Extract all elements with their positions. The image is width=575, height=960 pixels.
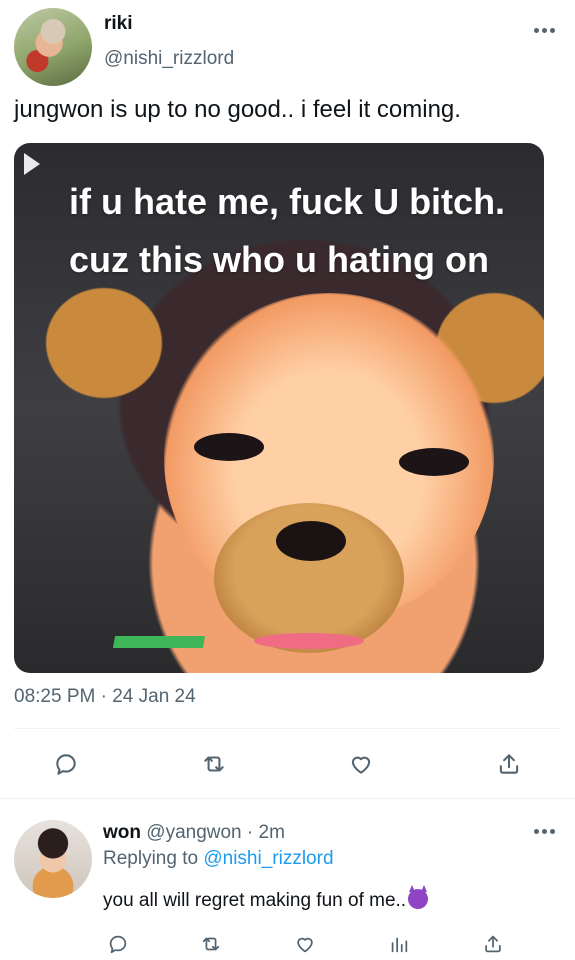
reply-header: won @yangwon · 2m — [103, 822, 285, 844]
replying-to-line: Replying to @nishi_rizzlord — [103, 848, 334, 870]
more-dots-icon[interactable] — [534, 28, 556, 34]
heart-icon[interactable] — [347, 750, 375, 778]
reply-author-name[interactable]: won — [103, 822, 141, 843]
media-caption-text: if u hate me, fuck U bitch. cuz this who… — [69, 181, 506, 280]
media-eye — [399, 448, 469, 476]
tweet-text: jungwon is up to no good.. i feel it com… — [14, 96, 461, 123]
separator-dot: · — [246, 822, 254, 843]
reply-author-handle[interactable]: @yangwon — [146, 822, 241, 843]
media-mouth — [254, 633, 364, 649]
replying-to-label: Replying to — [103, 848, 199, 869]
play-triangle-icon — [24, 153, 40, 175]
author-avatar[interactable] — [14, 8, 92, 86]
smiling-devil-emoji-icon — [408, 885, 429, 909]
retweet-icon[interactable] — [200, 750, 228, 778]
more-dots-icon[interactable] — [534, 829, 556, 835]
tweet-media-image[interactable]: if u hate me, fuck U bitch. cuz this who… — [14, 143, 544, 673]
media-nose — [276, 521, 346, 561]
reply-icon[interactable] — [104, 930, 132, 958]
share-icon[interactable] — [495, 750, 523, 778]
analytics-icon[interactable] — [385, 930, 413, 958]
heart-icon[interactable] — [291, 930, 319, 958]
divider — [14, 728, 560, 729]
tweet-timestamp[interactable]: 08:25 PM · 24 Jan 24 — [14, 686, 196, 708]
reply-text: you all will regret making fun of me.. — [103, 885, 429, 912]
share-icon[interactable] — [479, 930, 507, 958]
media-eye — [194, 433, 264, 461]
reply-text-content: you all will regret making fun of me.. — [103, 890, 407, 911]
media-background-detail — [112, 636, 206, 648]
replying-to-handle-link[interactable]: @nishi_rizzlord — [203, 848, 333, 869]
divider — [0, 798, 575, 799]
reply-time[interactable]: 2m — [259, 822, 285, 843]
reply-author-avatar[interactable] — [14, 820, 92, 898]
author-name[interactable]: riki — [104, 13, 133, 35]
author-handle[interactable]: @nishi_rizzlord — [104, 48, 234, 70]
retweet-icon[interactable] — [197, 930, 225, 958]
reply-icon[interactable] — [52, 750, 80, 778]
